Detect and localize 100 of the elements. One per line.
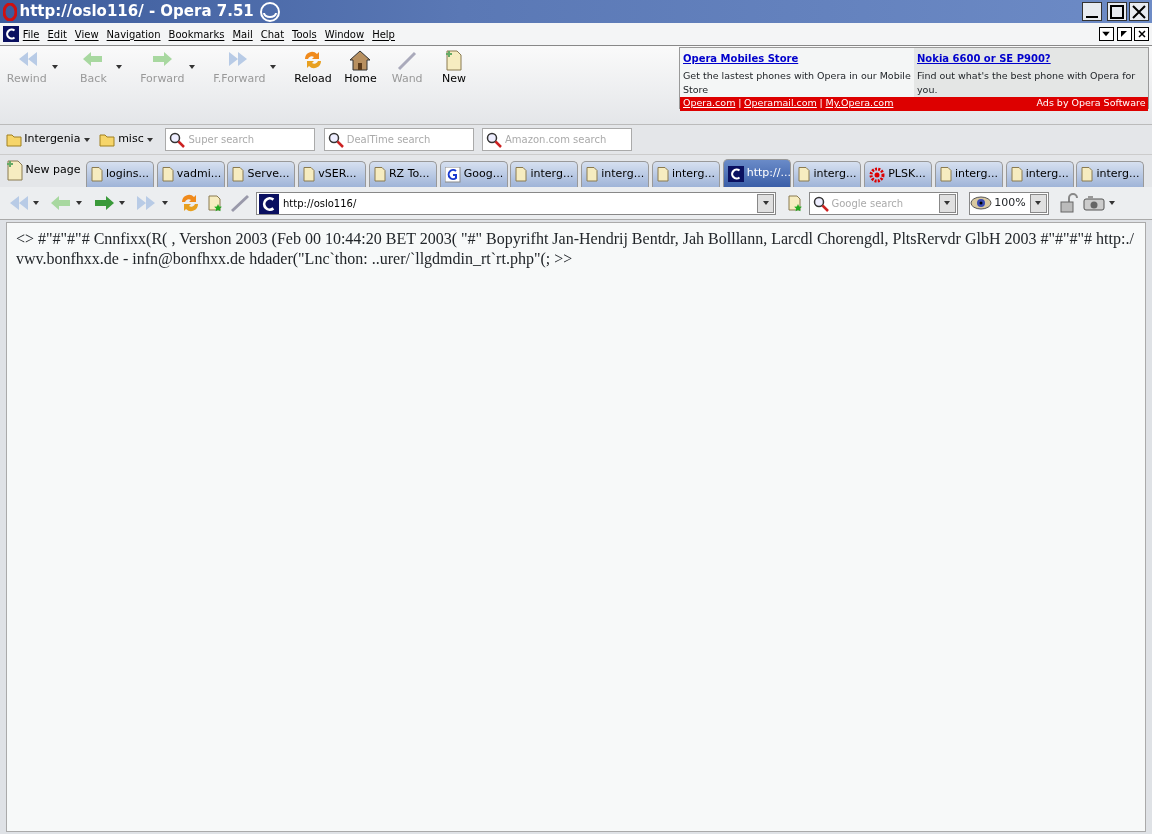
menu-item[interactable]: File: [18, 26, 44, 42]
opera-logo-icon: [2, 2, 17, 21]
search-field[interactable]: Super search: [165, 128, 316, 151]
search-icon: [812, 195, 829, 212]
menu-item[interactable]: Help: [368, 26, 399, 42]
page-text: <> #"#"#"# Cnnfixx(R( , Vershon 2003 (Feb 00 10:44:20 BET 2003( "#" Bopyrifht Jan-Hendrij Bentdr, Jah Bolllann, Larcdl Chorengdl, PltsRervdr GlbH 2003 #"#"#"# http:./ vwv.bonfhxx.de - infn@bonfhxx.de hdader("Lnc`thon: ..urer/`llgdmdin_rt`rt.php"(; >>: [16, 229, 1135, 269]
page-icon: [373, 166, 386, 183]
window-title: http://oslo116/ - Opera 7.51: [19, 1, 254, 23]
page-icon: [939, 166, 952, 183]
search-icon: [169, 132, 186, 148]
caret-icon[interactable]: [75, 200, 84, 206]
browser-tab[interactable]: RZ To...: [368, 161, 437, 187]
toolbar-button[interactable]: Reload: [290, 48, 336, 88]
page-icon: [303, 166, 316, 183]
page-star-icon: [787, 194, 803, 212]
close-button[interactable]: [1129, 2, 1150, 21]
ad-description: Find out what's the best phone with Opera for you.: [917, 68, 1137, 97]
page-icon: [515, 166, 528, 183]
bookmark-page-button[interactable]: [207, 194, 223, 212]
page-icon: [656, 166, 669, 183]
caret-icon: [1034, 200, 1042, 206]
caret-icon[interactable]: [161, 200, 170, 206]
padlock-icon: [1059, 193, 1078, 213]
menu-item[interactable]: Navigation: [102, 26, 165, 42]
menu-item[interactable]: Edit: [43, 26, 71, 42]
footer-link[interactable]: My.Opera.com: [825, 96, 894, 111]
menu-item[interactable]: Tools: [288, 26, 321, 42]
bookmark-folder[interactable]: misc: [99, 131, 155, 148]
ad-description: Get the lastest phones with Opera in our Mobile Store: [683, 68, 912, 97]
caret-icon: [761, 200, 770, 206]
ad-title-link[interactable]: Nokia 6600 or SE P900?: [917, 50, 1146, 66]
page-icon: [90, 166, 103, 183]
browser-tab[interactable]: interg...: [510, 161, 579, 187]
browser-tab[interactable]: interg...: [1076, 161, 1145, 187]
ads-credit-text: Ads by Opera Software: [1036, 96, 1146, 111]
google-logo-icon: [444, 166, 461, 183]
browser-tab[interactable]: vSER...: [298, 161, 367, 187]
close-button[interactable]: [1134, 27, 1150, 41]
folder-icon: [99, 131, 116, 148]
menu-item[interactable]: Mail: [228, 26, 257, 42]
house-icon: [348, 48, 373, 71]
page-icon: [232, 166, 245, 183]
security-button[interactable]: [1059, 193, 1078, 213]
toolbar-button[interactable]: Home: [338, 48, 383, 88]
search-field[interactable]: Amazon.com search: [481, 128, 632, 151]
dropdown-button[interactable]: [1029, 193, 1047, 213]
search-icon: [327, 132, 344, 148]
browser-tab[interactable]: PLSK...: [864, 161, 933, 187]
browser-tab[interactable]: http://...: [722, 159, 791, 187]
caret-icon: [146, 136, 155, 143]
close-icon: [1132, 4, 1147, 19]
browser-tab[interactable]: logins...: [85, 161, 154, 187]
maximize-button[interactable]: [1106, 2, 1127, 21]
eye-icon: [969, 196, 992, 210]
caret-icon[interactable]: [118, 200, 127, 206]
bookmark-folder[interactable]: Intergenia: [5, 131, 92, 148]
close-icon: [1135, 28, 1148, 40]
folder-icon: [5, 131, 22, 148]
footer-link[interactable]: Opera.com: [683, 96, 736, 111]
footer-link[interactable]: Operamail.com: [744, 96, 817, 111]
browser-tab[interactable]: interg...: [1005, 161, 1074, 187]
maximize-icon: [1109, 4, 1124, 19]
menu-item[interactable]: Chat: [256, 26, 289, 42]
restore-button[interactable]: [1116, 27, 1132, 41]
browser-tab[interactable]: Goog...: [439, 161, 508, 187]
browser-tab[interactable]: interg...: [793, 161, 862, 187]
toolbar-button[interactable]: New: [431, 48, 476, 88]
ad-title-link[interactable]: Opera Mobiles Store: [683, 50, 912, 66]
browser-tab[interactable]: interg...: [934, 161, 1003, 187]
new-page-button[interactable]: New page: [2, 159, 81, 181]
browser-tab[interactable]: interg...: [651, 161, 720, 187]
caret-icon: [83, 136, 92, 143]
page-icon: [1010, 166, 1023, 183]
browser-tab[interactable]: vadmi...: [156, 161, 225, 187]
zoom-value: 100%: [994, 194, 1027, 211]
address-field[interactable]: http://oslo116/: [256, 191, 776, 215]
page-star-icon: [207, 194, 223, 212]
camera-icon: [1083, 195, 1105, 211]
menu-item[interactable]: Window: [320, 26, 369, 42]
app-logo-icon: [727, 165, 744, 182]
search-field[interactable]: DealTime search: [323, 128, 474, 151]
app-logo-icon: [259, 193, 279, 214]
minimize-button[interactable]: [1081, 2, 1102, 21]
gear-icon: [869, 166, 886, 183]
caret-icon: [943, 200, 951, 206]
image-toggle-button[interactable]: [1083, 195, 1116, 211]
caret-icon[interactable]: [1107, 200, 1116, 206]
page-icon: [161, 166, 174, 183]
browser-tab[interactable]: Serve...: [227, 161, 296, 187]
search-icon: [485, 132, 502, 148]
caret-icon[interactable]: [32, 200, 41, 206]
wand-icon: [228, 193, 251, 213]
minimize-button[interactable]: [1098, 27, 1114, 41]
menu-item[interactable]: Bookmarks: [164, 26, 229, 42]
menu-item[interactable]: View: [70, 26, 103, 42]
zoom-field[interactable]: 100%: [968, 191, 1049, 215]
browser-tab[interactable]: interg...: [581, 161, 650, 187]
page-icon: [798, 166, 811, 183]
separator-text: |: [819, 96, 823, 111]
bookmark-page-button[interactable]: [787, 194, 803, 212]
